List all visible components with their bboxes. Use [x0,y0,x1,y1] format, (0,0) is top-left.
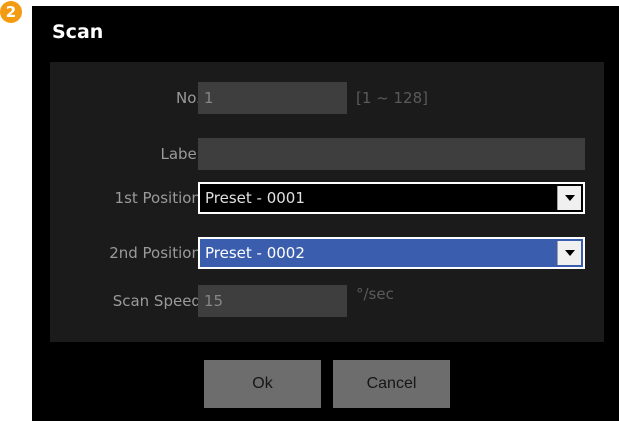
scan-dialog: Scan No.: 1 [1 ~ 128] Label: 1st Positio… [32,6,619,421]
pos2-select[interactable]: Preset - 0002 [198,237,585,269]
scan-form-panel: No.: 1 [1 ~ 128] Label: 1st Position: Pr… [50,62,604,342]
speed-row: Scan Speed: 15 °/sec [50,285,604,317]
no-range-hint: [1 ~ 128] [356,89,428,107]
pos2-row: 2nd Position: Preset - 0002 [50,237,604,269]
pos2-label: 2nd Position: [109,244,206,262]
speed-label: Scan Speed: [112,292,206,310]
pos1-label: 1st Position: [114,189,206,207]
label-input[interactable] [198,138,585,170]
cancel-button[interactable]: Cancel [333,360,450,408]
pos1-select[interactable]: Preset - 0001 [198,182,585,214]
pos2-value: Preset - 0002 [205,244,305,262]
no-row: No.: 1 [1 ~ 128] [50,82,604,114]
pos1-row: 1st Position: Preset - 0001 [50,182,604,214]
dialog-title: Scan [52,21,104,43]
speed-input[interactable]: 15 [198,285,347,317]
label-row: Label: [50,138,604,170]
dropdown-arrow-icon[interactable] [557,186,581,210]
speed-unit: °/sec [356,285,394,303]
step-number-badge: 2 [0,1,22,23]
no-input[interactable]: 1 [198,82,347,114]
dropdown-arrow-icon[interactable] [557,241,581,265]
pos1-value: Preset - 0001 [205,189,305,207]
ok-button[interactable]: Ok [204,360,321,408]
